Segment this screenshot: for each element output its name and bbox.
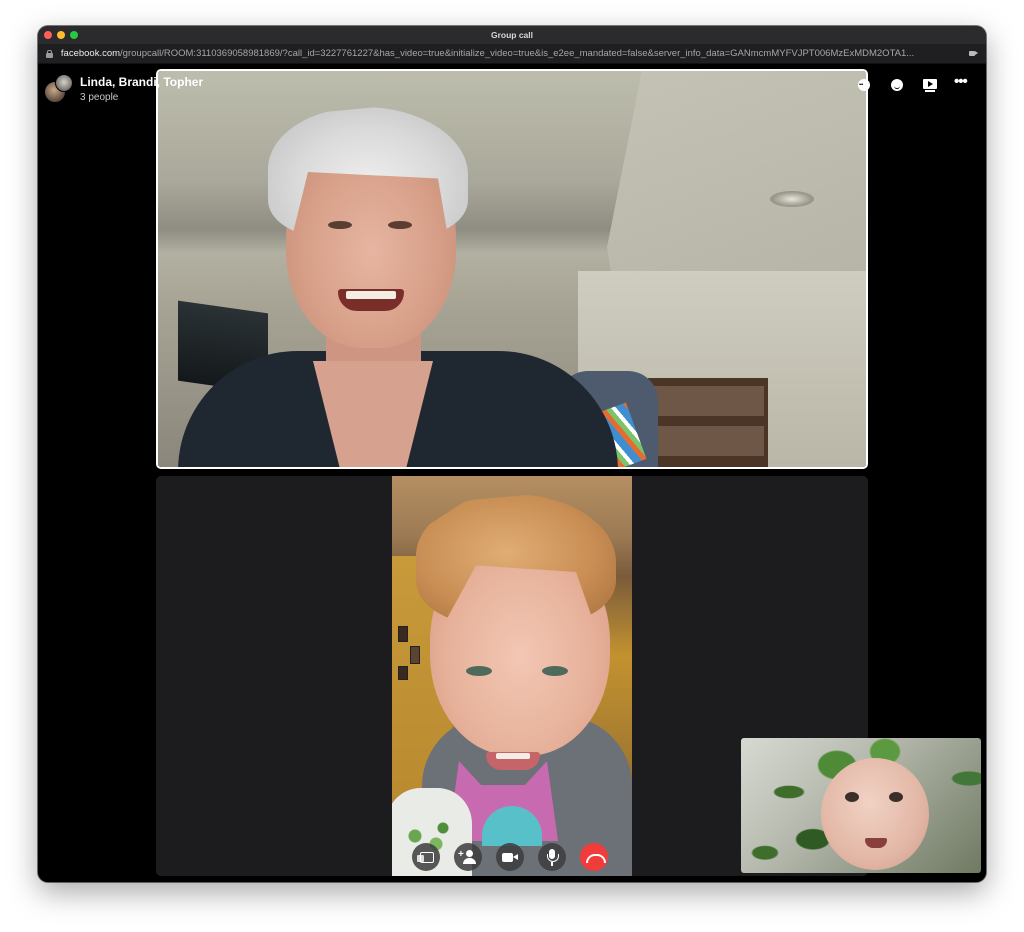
window-title: Group call — [490, 30, 534, 40]
ellipsis-menu-icon[interactable]: ••• — [954, 74, 972, 94]
end-call-icon[interactable] — [580, 843, 608, 871]
group-avatar — [44, 74, 74, 104]
minimize-window-button[interactable] — [57, 31, 65, 39]
call-controls: + — [412, 843, 608, 871]
url-path: /groupcall/ROOM:3110369058981869/?call_i… — [120, 48, 915, 59]
participants-names: Linda, Brandi, Topher — [80, 75, 204, 89]
camera-in-use-icon[interactable] — [969, 50, 978, 57]
window-controls — [44, 31, 78, 39]
title-bar: Group call — [38, 26, 986, 44]
browser-window: Group call facebook.com/groupcall/ROOM:3… — [38, 26, 986, 882]
video-camera-icon[interactable] — [496, 843, 524, 871]
watch-together-icon[interactable] — [921, 76, 939, 94]
address-bar[interactable]: facebook.com/groupcall/ROOM:311036905898… — [38, 44, 986, 64]
video-tile-active-speaker[interactable] — [156, 69, 868, 469]
add-person-icon[interactable]: + — [454, 843, 482, 871]
video-feed — [158, 71, 866, 467]
call-stage: Linda, Brandi, Topher 3 people ••• ••• + — [38, 64, 986, 882]
share-screen-icon[interactable] — [412, 843, 440, 871]
url-domain: facebook.com — [60, 48, 121, 59]
participants-count: 3 people — [80, 92, 119, 103]
top-action-bar: ••• — [855, 74, 972, 94]
avatar — [55, 74, 73, 92]
self-view-tile[interactable] — [741, 738, 981, 873]
maximize-window-button[interactable] — [70, 31, 78, 39]
close-window-button[interactable] — [44, 31, 52, 39]
lock-icon — [46, 49, 53, 58]
more-options-circle-icon[interactable] — [855, 76, 873, 94]
emoji-reaction-icon[interactable] — [888, 76, 906, 94]
microphone-icon[interactable] — [538, 843, 566, 871]
call-header: Linda, Brandi, Topher 3 people — [44, 74, 203, 104]
video-feed — [392, 476, 632, 876]
